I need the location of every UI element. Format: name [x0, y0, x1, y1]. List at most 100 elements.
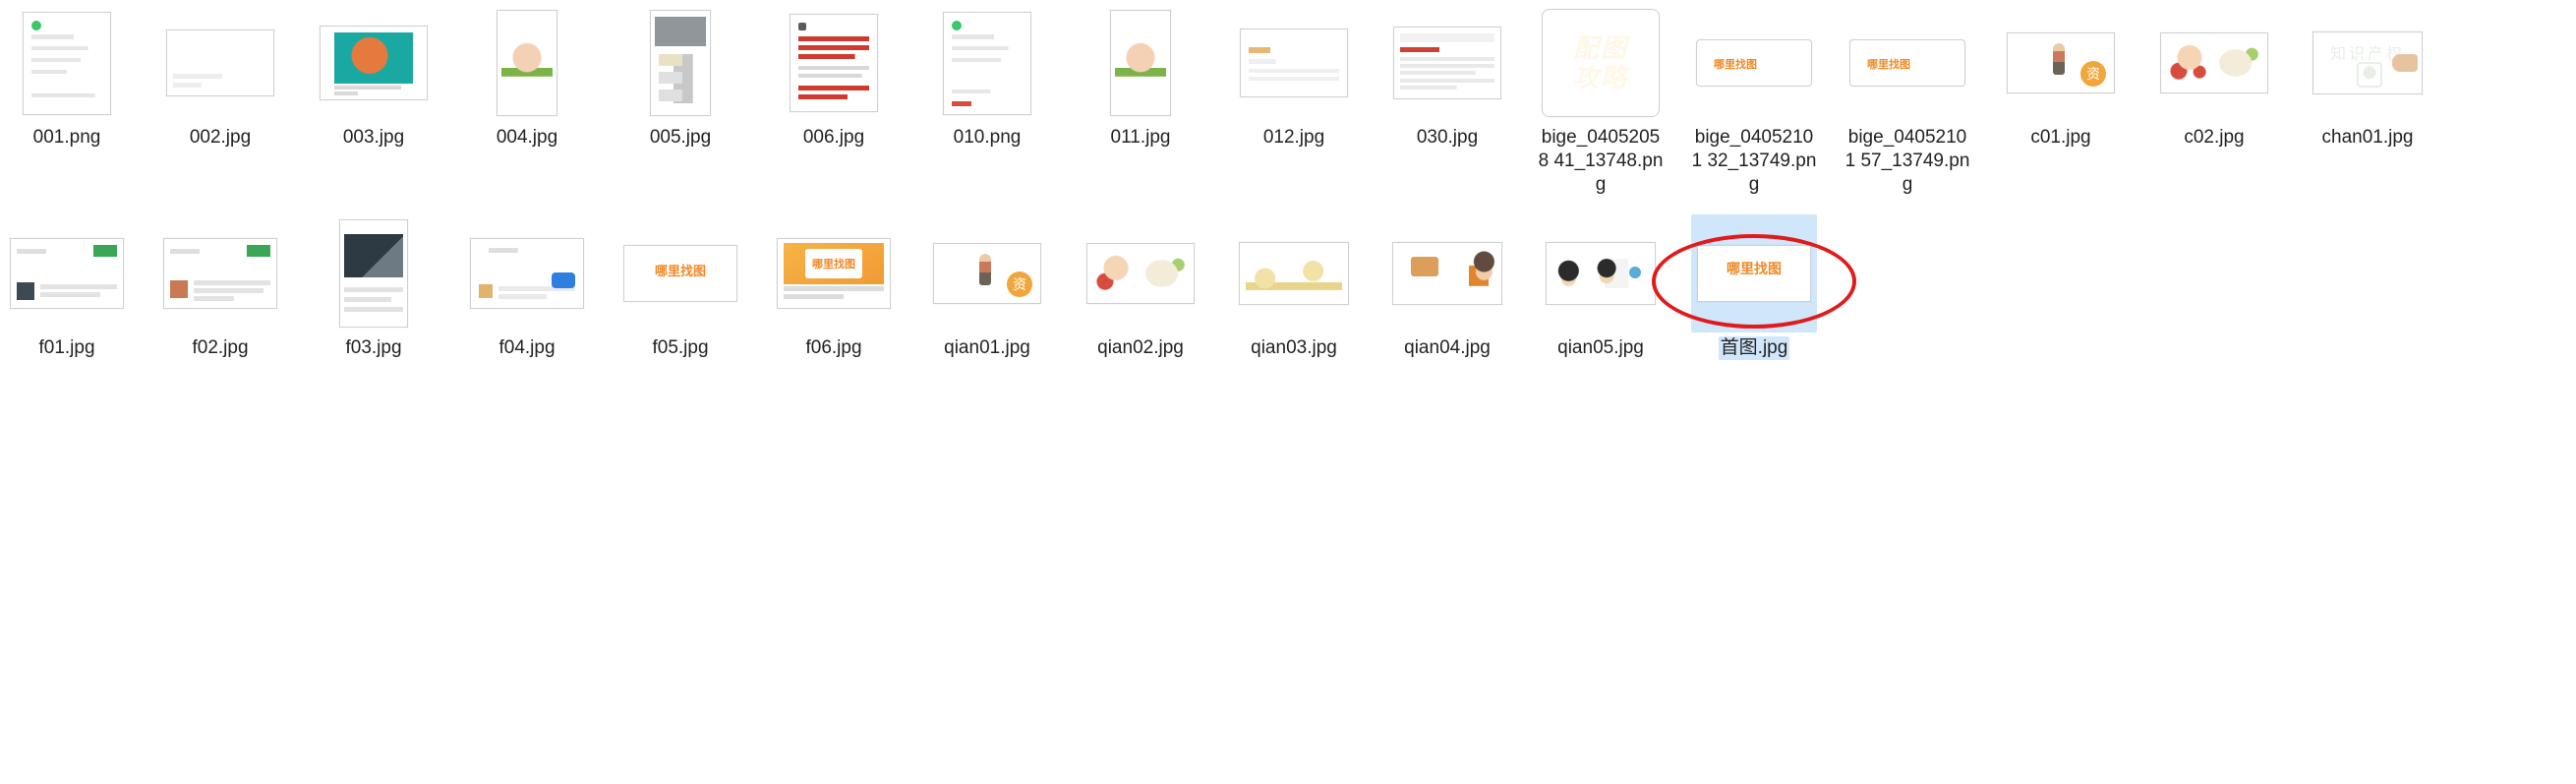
thumbnail-image [497, 10, 557, 116]
file-item-010[interactable]: 010.png [924, 4, 1050, 197]
thumbnail-image: 配图攻略 [1542, 9, 1660, 117]
file-item-qian03[interactable]: qian03.jpg [1231, 214, 1357, 360]
thumbnail[interactable] [924, 214, 1050, 332]
thumbnail[interactable] [2305, 4, 2430, 122]
thumbnail-image [1393, 27, 1501, 99]
file-label: 005.jpg [650, 126, 711, 150]
thumbnail[interactable] [617, 214, 743, 332]
file-label: c02.jpg [2184, 126, 2244, 150]
thumbnail-image [1546, 242, 1656, 305]
thumbnail-image [2313, 31, 2423, 94]
file-item-005[interactable]: 005.jpg [617, 4, 743, 197]
file-item-qian05[interactable]: qian05.jpg [1538, 214, 1664, 360]
file-label: qian05.jpg [1557, 336, 1644, 360]
file-item-bige2[interactable]: 配图攻略 bige_04052101 32_13749.png [1691, 4, 1817, 197]
thumbnail[interactable] [464, 4, 590, 122]
thumbnail-image [163, 238, 277, 309]
file-item-qian04[interactable]: qian04.jpg [1384, 214, 1510, 360]
thumbnail[interactable] [924, 4, 1050, 122]
file-label: f01.jpg [38, 336, 94, 360]
thumbnail[interactable] [1998, 4, 2124, 122]
file-item-f03[interactable]: f03.jpg [311, 214, 437, 360]
file-item-qian01[interactable]: qian01.jpg [924, 214, 1050, 360]
thumbnail[interactable] [464, 214, 590, 332]
file-item-030[interactable]: 030.jpg [1384, 4, 1510, 197]
thumbnail-image [1392, 242, 1502, 305]
file-item-bige3[interactable]: 配图攻略 bige_04052101 57_13749.png [1844, 4, 1970, 197]
file-item-f01[interactable]: f01.jpg [4, 214, 130, 360]
thumbnail[interactable]: 配图攻略 [1844, 4, 1970, 122]
thumbnail[interactable] [1078, 214, 1203, 332]
file-grid[interactable]: 001.png 002.jpg 003.jpg 004.jpg 005.jpg 006.j… [0, 0, 2576, 399]
file-label: 006.jpg [803, 126, 864, 150]
file-label: 011.jpg [1111, 126, 1171, 150]
thumbnail[interactable] [1231, 214, 1357, 332]
file-label: bige_04052058 41_13748.png [1538, 126, 1664, 197]
file-label: qian04.jpg [1404, 336, 1491, 360]
thumbnail[interactable] [1384, 214, 1510, 332]
thumbnail[interactable] [4, 4, 130, 122]
file-label: 030.jpg [1417, 126, 1478, 150]
file-label: 首图.jpg [1719, 336, 1790, 360]
thumbnail[interactable] [617, 4, 743, 122]
file-label: qian03.jpg [1251, 336, 1337, 360]
file-label: f06.jpg [805, 336, 861, 360]
file-item-f02[interactable]: f02.jpg [157, 214, 283, 360]
thumbnail-image [23, 12, 111, 115]
file-item-qian02[interactable]: qian02.jpg [1078, 214, 1203, 360]
thumbnail-image [2007, 32, 2115, 93]
thumbnail-image [933, 243, 1041, 304]
thumbnail-image: 配图攻略 [1849, 39, 1965, 87]
thumbnail[interactable] [1231, 4, 1357, 122]
file-item-shou[interactable]: 首图.jpg [1691, 214, 1817, 360]
file-label: 010.png [954, 126, 1022, 150]
file-label: f03.jpg [345, 336, 401, 360]
thumbnail[interactable] [1538, 214, 1664, 332]
file-label: 004.jpg [497, 126, 557, 150]
thumbnail[interactable] [2151, 4, 2277, 122]
file-item-003[interactable]: 003.jpg [311, 4, 437, 197]
file-item-011[interactable]: 011.jpg [1078, 4, 1203, 197]
file-label: f04.jpg [498, 336, 555, 360]
thumbnail-image: 配图攻略 [1696, 39, 1812, 87]
thumbnail-image [1240, 29, 1348, 97]
thumbnail-image [1086, 243, 1195, 304]
file-item-001[interactable]: 001.png [4, 4, 130, 197]
file-item-f06[interactable]: 哪里找图 f06.jpg [771, 214, 897, 360]
file-label: bige_04052101 57_13749.png [1844, 126, 1970, 197]
thumbnail-image [1697, 245, 1811, 302]
thumbnail[interactable] [311, 4, 437, 122]
file-item-002[interactable]: 002.jpg [157, 4, 283, 197]
thumbnail[interactable] [1078, 4, 1203, 122]
thumbnail-image [10, 238, 124, 309]
file-item-f04[interactable]: f04.jpg [464, 214, 590, 360]
thumbnail[interactable] [311, 214, 437, 332]
file-item-f05[interactable]: f05.jpg [617, 214, 743, 360]
file-item-006[interactable]: 006.jpg [771, 4, 897, 197]
file-item-chan01[interactable]: chan01.jpg [2305, 4, 2430, 197]
thumbnail[interactable] [4, 214, 130, 332]
thumbnail[interactable] [771, 4, 897, 122]
file-label: bige_04052101 32_13749.png [1691, 126, 1817, 197]
thumbnail[interactable]: 配图攻略 [1691, 4, 1817, 122]
file-label: f05.jpg [652, 336, 708, 360]
file-item-012[interactable]: 012.jpg [1231, 4, 1357, 197]
thumbnail-image [1239, 242, 1349, 305]
thumbnail[interactable] [1384, 4, 1510, 122]
thumbnail[interactable] [1691, 214, 1817, 332]
thumbnail-image [943, 12, 1031, 115]
thumbnail-image [650, 10, 711, 116]
file-item-004[interactable]: 004.jpg [464, 4, 590, 197]
thumbnail[interactable]: 哪里找图 [771, 214, 897, 332]
file-label: 002.jpg [190, 126, 251, 150]
file-item-c02[interactable]: c02.jpg [2151, 4, 2277, 197]
thumbnail-image [790, 14, 878, 112]
thumbnail-image [320, 26, 428, 100]
thumbnail-image [166, 30, 274, 96]
thumbnail[interactable] [157, 4, 283, 122]
thumbnail[interactable] [157, 214, 283, 332]
file-label: 001.png [33, 126, 101, 150]
thumbnail[interactable]: 配图攻略 [1538, 4, 1664, 122]
file-item-c01[interactable]: c01.jpg [1998, 4, 2124, 197]
file-item-bige1[interactable]: 配图攻略 bige_04052058 41_13748.png [1538, 4, 1664, 197]
